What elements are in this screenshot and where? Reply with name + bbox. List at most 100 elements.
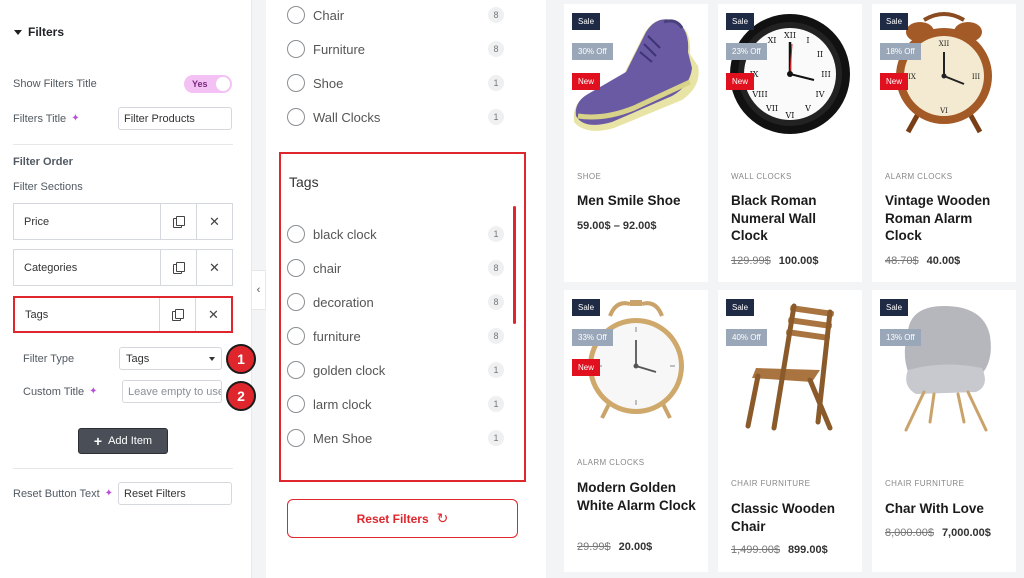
product-image[interactable]: Sale 40% Off (718, 290, 862, 440)
tag-filter-item[interactable]: furniture 8 (287, 326, 504, 346)
category-filter-item[interactable]: Shoe 1 (287, 73, 504, 93)
copy-icon (173, 262, 185, 274)
new-badge: New (572, 73, 601, 90)
radio-button[interactable] (287, 40, 305, 58)
add-item-button[interactable]: + Add Item (78, 428, 168, 454)
remove-button[interactable]: ✕ (196, 250, 232, 285)
product-image[interactable]: Sale 13% Off (872, 290, 1016, 440)
product-image[interactable]: Sale 30% Off New (564, 4, 708, 154)
reset-icon: ↻ (436, 510, 449, 526)
scrollbar[interactable] (513, 206, 516, 324)
remove-button[interactable]: ✕ (196, 204, 232, 239)
sale-price: 7,000.00$ (941, 527, 991, 539)
category-filter-item[interactable]: Chair 8 (287, 5, 504, 25)
duplicate-button[interactable] (160, 250, 196, 285)
tag-filter-item[interactable]: chair 8 (287, 258, 504, 278)
count-badge: 1 (488, 396, 504, 412)
tag-label: golden clock (313, 362, 386, 378)
new-badge: New (572, 359, 601, 376)
filter-type-select[interactable]: Tags (119, 347, 222, 370)
reset-button-text-input[interactable]: Reset Filters (118, 482, 232, 505)
tag-filter-item[interactable]: black clock 1 (287, 224, 504, 244)
svg-text:III: III (972, 73, 981, 81)
radio-button[interactable] (287, 429, 305, 447)
product-category[interactable]: WALL CLOCKS (731, 172, 792, 181)
product-category[interactable]: CHAIR FURNITURE (885, 479, 964, 488)
filters-section-header[interactable]: Filters (14, 25, 64, 39)
product-title[interactable]: Char With Love (885, 500, 1010, 518)
radio-button[interactable] (287, 259, 305, 277)
show-filters-title-toggle[interactable]: Yes (184, 75, 232, 93)
radio-button[interactable] (287, 108, 305, 126)
duplicate-button[interactable] (160, 204, 196, 239)
tag-filter-item[interactable]: Men Shoe 1 (287, 428, 504, 448)
product-title[interactable]: Modern Golden White Alarm Clock (577, 479, 702, 514)
product-image[interactable]: XII III VI IX Sale 18% Off New (872, 4, 1016, 154)
radio-button[interactable] (287, 225, 305, 243)
sale-price: 100.00$ (778, 255, 819, 267)
svg-text:III: III (821, 70, 830, 79)
svg-text:VII: VII (765, 104, 778, 113)
tag-filter-item[interactable]: decoration 8 (287, 292, 504, 312)
product-card[interactable]: XII III VI IX Sale 18% Off New ALARM CLOCKS… (872, 4, 1016, 282)
radio-button[interactable] (287, 327, 305, 345)
product-title[interactable]: Vintage Wooden Roman Alarm Clock (885, 192, 1010, 245)
editor-panel: Filters Show Filters Title Yes Filters T… (0, 0, 256, 578)
radio-button[interactable] (287, 6, 305, 24)
radio-button[interactable] (287, 293, 305, 311)
svg-text:I: I (806, 36, 809, 45)
product-card[interactable]: Sale 13% Off CHAIR FURNITURE Char With L… (872, 290, 1016, 572)
old-price: 129.99$ (731, 255, 771, 267)
tag-filter-item[interactable]: larm clock 1 (287, 394, 504, 414)
repeater-item-categories[interactable]: Categories ✕ (13, 249, 233, 286)
product-card[interactable]: Sale 40% Off CHAIR FURNITURE Classic Woo… (718, 290, 862, 572)
repeater-item-price[interactable]: Price ✕ (13, 203, 233, 240)
svg-text:XII: XII (939, 40, 950, 48)
toggle-knob (216, 77, 230, 91)
radio-button[interactable] (287, 74, 305, 92)
product-card[interactable]: XIIIIIVIIX IIIIVV VIIVIIIXXI Sale 23% Of… (718, 4, 862, 282)
show-filters-title-label: Show Filters Title (13, 78, 97, 90)
repeater-item-title: Tags (25, 308, 49, 321)
remove-button[interactable]: ✕ (195, 298, 231, 331)
product-category[interactable]: CHAIR FURNITURE (731, 479, 810, 488)
product-price: 8,000.00$ 7,000.00$ (885, 527, 991, 539)
close-icon: ✕ (209, 259, 220, 275)
product-image[interactable]: Sale 33% Off New (564, 290, 708, 440)
tag-filter-item[interactable]: golden clock 1 (287, 360, 504, 380)
product-category[interactable]: ALARM CLOCKS (577, 458, 644, 467)
sale-badge: Sale (880, 13, 909, 30)
filters-title-input[interactable]: Filter Products (118, 107, 232, 130)
step-marker-1: 1 (226, 344, 256, 374)
ai-sparkle-icon[interactable]: ✦ (89, 386, 97, 397)
product-card[interactable]: Sale 30% Off New SHOE Men Smile Shoe 59.… (564, 4, 708, 282)
radio-button[interactable] (287, 361, 305, 379)
plus-icon: + (93, 433, 103, 449)
custom-title-label: Custom Title (23, 385, 85, 398)
sale-badge: Sale (880, 299, 909, 316)
product-category[interactable]: ALARM CLOCKS (885, 172, 952, 181)
collapse-panel-button[interactable]: ‹ (252, 270, 266, 310)
old-price: 1,499.00$ (731, 544, 780, 556)
duplicate-button[interactable] (159, 298, 195, 331)
product-category[interactable]: SHOE (577, 172, 601, 181)
product-title[interactable]: Classic Wooden Chair (731, 500, 856, 535)
ai-sparkle-icon[interactable]: ✦ (105, 488, 113, 499)
custom-title-input[interactable]: Leave empty to use default (122, 380, 222, 403)
reset-filters-button[interactable]: Reset Filters ↻ (287, 499, 518, 538)
ai-sparkle-icon[interactable]: ✦ (71, 113, 79, 124)
discount-badge: 23% Off (726, 43, 767, 60)
category-filter-item[interactable]: Wall Clocks 1 (287, 107, 504, 127)
close-icon: ✕ (209, 213, 220, 229)
category-filter-item[interactable]: Furniture 8 (287, 39, 504, 59)
product-title[interactable]: Men Smile Shoe (577, 192, 702, 210)
discount-badge: 30% Off (572, 43, 613, 60)
product-image[interactable]: XIIIIIVIIX IIIIVV VIIVIIIXXI Sale 23% Of… (718, 4, 862, 154)
repeater-item-tags[interactable]: Tags ✕ (13, 296, 233, 333)
tags-section-title: Tags (289, 174, 319, 190)
product-title[interactable]: Black Roman Numeral Wall Clock (731, 192, 856, 245)
product-card[interactable]: Sale 33% Off New ALARM CLOCKS Modern Gol… (564, 290, 708, 572)
radio-button[interactable] (287, 395, 305, 413)
old-price: 29.99$ (577, 541, 611, 553)
caret-down-icon (14, 29, 22, 35)
